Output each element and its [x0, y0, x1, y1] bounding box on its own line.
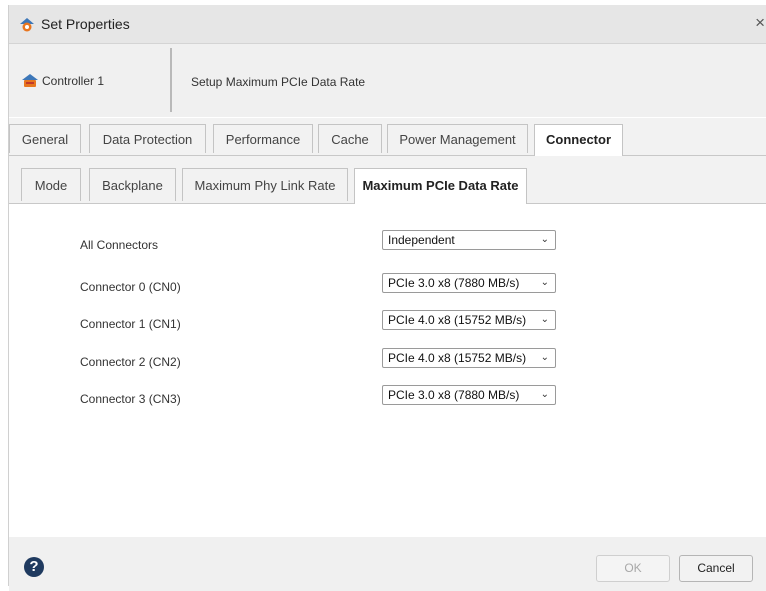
connector-1-select[interactable]: PCIe 4.0 x8 (15752 MB/s) ⌄	[382, 310, 556, 330]
chevron-down-icon: ⌄	[540, 277, 549, 288]
tab-connector[interactable]: Connector	[534, 124, 623, 156]
close-icon[interactable]: ×	[755, 13, 765, 33]
subtab-mode[interactable]: Mode	[21, 168, 81, 201]
all-connectors-label: All Connectors	[80, 238, 159, 252]
subtab-maximum-phy-link-rate[interactable]: Maximum Phy Link Rate	[182, 168, 348, 201]
cancel-button[interactable]: Cancel	[679, 555, 753, 582]
info-divider	[170, 48, 172, 112]
all-connectors-select[interactable]: Independent ⌄	[382, 230, 556, 250]
controller-app-icon	[20, 18, 34, 32]
connector-3-value: PCIe 3.0 x8 (7880 MB/s)	[388, 388, 520, 402]
tab-data-protection[interactable]: Data Protection	[89, 124, 206, 153]
controller-icon	[22, 74, 38, 87]
connector-2-label: Connector 2 (CN2)	[80, 355, 181, 369]
page-description: Setup Maximum PCIe Data Rate	[191, 75, 366, 89]
tab-cache[interactable]: Cache	[318, 124, 382, 153]
connector-2-select[interactable]: PCIe 4.0 x8 (15752 MB/s) ⌄	[382, 348, 556, 368]
main-tab-bar: General Data Protection Performance Cach…	[9, 118, 766, 156]
connector-subtab-bar: Mode Backplane Maximum Phy Link Rate Max…	[9, 156, 766, 204]
connector-0-value: PCIe 3.0 x8 (7880 MB/s)	[388, 276, 520, 290]
chevron-down-icon: ⌄	[540, 389, 549, 400]
info-bar: Controller 1 Setup Maximum PCIe Data Rat…	[9, 44, 766, 117]
controller-name: Controller 1	[42, 74, 105, 88]
title-bar: Set Properties ×	[9, 5, 766, 44]
chevron-down-icon: ⌄	[540, 234, 549, 245]
set-properties-dialog: Set Properties × Controller 1 Setup Maxi…	[8, 5, 766, 591]
connector-0-select[interactable]: PCIe 3.0 x8 (7880 MB/s) ⌄	[382, 273, 556, 293]
connector-0-label: Connector 0 (CN0)	[80, 280, 181, 294]
tab-performance[interactable]: Performance	[213, 124, 313, 153]
connector-2-value: PCIe 4.0 x8 (15752 MB/s)	[388, 351, 527, 365]
chevron-down-icon: ⌄	[540, 352, 549, 363]
connector-1-value: PCIe 4.0 x8 (15752 MB/s)	[388, 313, 527, 327]
connector-3-label: Connector 3 (CN3)	[80, 392, 181, 406]
dialog-footer: ? OK Cancel	[9, 537, 766, 591]
ok-button[interactable]: OK	[596, 555, 670, 582]
tab-general[interactable]: General	[9, 124, 81, 153]
help-icon[interactable]: ?	[24, 557, 44, 577]
settings-panel: All Connectors Independent ⌄ Connector 0…	[9, 204, 766, 537]
subtab-backplane[interactable]: Backplane	[89, 168, 176, 201]
connector-3-select[interactable]: PCIe 3.0 x8 (7880 MB/s) ⌄	[382, 385, 556, 405]
subtab-maximum-pcie-data-rate[interactable]: Maximum PCIe Data Rate	[354, 168, 527, 204]
tab-power-management[interactable]: Power Management	[387, 124, 528, 153]
chevron-down-icon: ⌄	[540, 314, 549, 325]
dialog-title: Set Properties	[41, 16, 130, 32]
connector-1-label: Connector 1 (CN1)	[80, 317, 181, 331]
all-connectors-value: Independent	[388, 233, 455, 247]
